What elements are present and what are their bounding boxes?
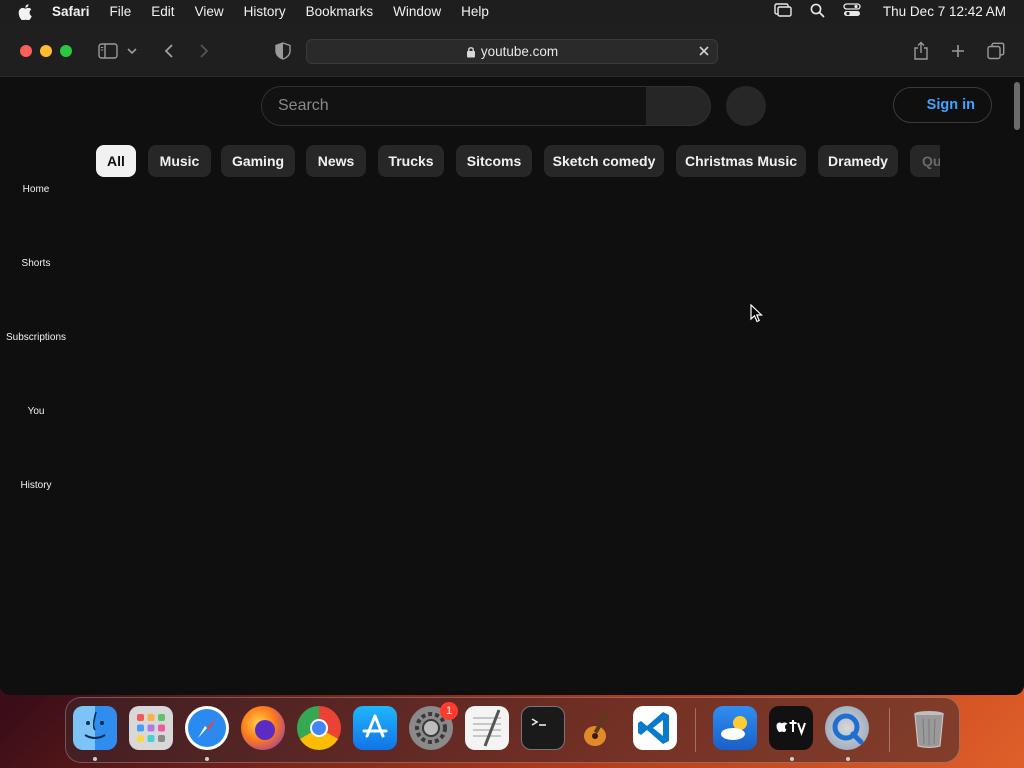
menu-window[interactable]: Window bbox=[393, 4, 441, 19]
lock-icon bbox=[466, 46, 476, 58]
sidebar-item-shorts[interactable]: Shorts bbox=[0, 258, 72, 269]
vscode-icon[interactable] bbox=[633, 706, 677, 750]
dock bbox=[65, 697, 960, 763]
apple-tv-icon[interactable] bbox=[769, 706, 813, 750]
close-window-button[interactable] bbox=[20, 45, 32, 57]
finder-running-indicator bbox=[93, 757, 97, 761]
sidebar-item-subscriptions[interactable]: Subscriptions bbox=[0, 332, 72, 343]
chip-christmas-music[interactable]: Christmas Music bbox=[676, 145, 806, 177]
category-chips-bar: All Music Gaming News Trucks Sitcoms Ske… bbox=[96, 145, 940, 177]
menu-bookmarks[interactable]: Bookmarks bbox=[306, 4, 374, 19]
voice-search-button[interactable] bbox=[726, 86, 766, 126]
quicktime-icon[interactable] bbox=[825, 706, 869, 750]
privacy-shield-icon[interactable] bbox=[271, 40, 295, 62]
weather-icon[interactable] bbox=[713, 706, 757, 750]
tab-overview-icon[interactable] bbox=[984, 40, 1008, 62]
chip-gaming[interactable]: Gaming bbox=[221, 145, 295, 177]
address-text: youtube.com bbox=[480, 44, 559, 59]
terminal-icon[interactable] bbox=[521, 706, 565, 750]
share-icon[interactable] bbox=[909, 40, 933, 62]
chrome-icon[interactable] bbox=[297, 706, 341, 750]
notification-badge: 1 bbox=[440, 702, 458, 720]
safari-toolbar: youtube.com bbox=[0, 23, 1024, 77]
sidebar-item-you[interactable]: You bbox=[0, 406, 72, 417]
new-tab-plus-icon[interactable] bbox=[946, 40, 970, 62]
minimize-window-button[interactable] bbox=[40, 45, 52, 57]
back-arrow-icon[interactable] bbox=[157, 40, 181, 62]
apple-menu-icon[interactable] bbox=[18, 3, 36, 20]
safari-icon[interactable] bbox=[185, 706, 229, 750]
sidebar-item-history[interactable]: History bbox=[0, 480, 72, 491]
trash-icon[interactable] bbox=[907, 706, 951, 750]
close-icon[interactable] bbox=[697, 44, 711, 61]
sidebar-toggle-icon[interactable] bbox=[96, 40, 120, 62]
search-input[interactable]: Search bbox=[261, 86, 647, 126]
garageband-icon[interactable] bbox=[577, 706, 621, 750]
app-store-icon[interactable] bbox=[353, 706, 397, 750]
chip-dramedy[interactable]: Dramedy bbox=[818, 145, 898, 177]
menu-history[interactable]: History bbox=[244, 4, 286, 19]
apple-tv-running-indicator bbox=[790, 757, 794, 761]
launchpad-icon[interactable] bbox=[129, 706, 173, 750]
quicktime-running-indicator bbox=[846, 757, 850, 761]
chip-truncated[interactable]: Qu bbox=[910, 145, 940, 177]
chip-music[interactable]: Music bbox=[148, 145, 211, 177]
page-scrollbar[interactable] bbox=[1014, 82, 1020, 130]
mouse-cursor-icon bbox=[750, 303, 763, 328]
menu-clock[interactable]: Thu Dec 7 12:42 AM bbox=[883, 4, 1006, 19]
search-button[interactable] bbox=[646, 86, 711, 126]
finder-icon[interactable] bbox=[73, 706, 117, 750]
menu-app-name[interactable]: Safari bbox=[52, 4, 90, 19]
forward-arrow-icon[interactable] bbox=[192, 40, 216, 62]
screen-mirroring-icon[interactable] bbox=[774, 3, 792, 20]
chip-sketch-comedy[interactable]: Sketch comedy bbox=[544, 145, 664, 177]
firefox-icon[interactable] bbox=[241, 706, 285, 750]
zoom-window-button[interactable] bbox=[60, 45, 72, 57]
chip-sitcoms[interactable]: Sitcoms bbox=[456, 145, 532, 177]
control-center-icon[interactable] bbox=[843, 3, 861, 20]
youtube-page: Search Sign in All Music Gaming News Tru… bbox=[0, 78, 1024, 695]
menu-bar: Safari File Edit View History Bookmarks … bbox=[0, 0, 1024, 23]
spotlight-search-icon[interactable] bbox=[810, 3, 825, 21]
safari-window: youtube.com Search Sign in All Music Gam… bbox=[0, 23, 1024, 695]
chip-all[interactable]: All bbox=[96, 145, 136, 177]
address-bar[interactable]: youtube.com bbox=[306, 39, 718, 64]
menu-view[interactable]: View bbox=[195, 4, 224, 19]
menu-file[interactable]: File bbox=[110, 4, 132, 19]
dock-separator bbox=[695, 708, 696, 752]
menu-help[interactable]: Help bbox=[461, 4, 489, 19]
safari-running-indicator bbox=[205, 757, 209, 761]
dock-separator bbox=[889, 708, 890, 752]
chevron-down-icon[interactable] bbox=[124, 40, 140, 62]
textedit-icon[interactable] bbox=[465, 706, 509, 750]
sign-in-button[interactable]: Sign in bbox=[893, 87, 992, 123]
chip-news[interactable]: News bbox=[306, 145, 366, 177]
menu-edit[interactable]: Edit bbox=[151, 4, 174, 19]
sidebar-item-home[interactable]: Home bbox=[0, 184, 72, 195]
chip-trucks[interactable]: Trucks bbox=[378, 145, 444, 177]
